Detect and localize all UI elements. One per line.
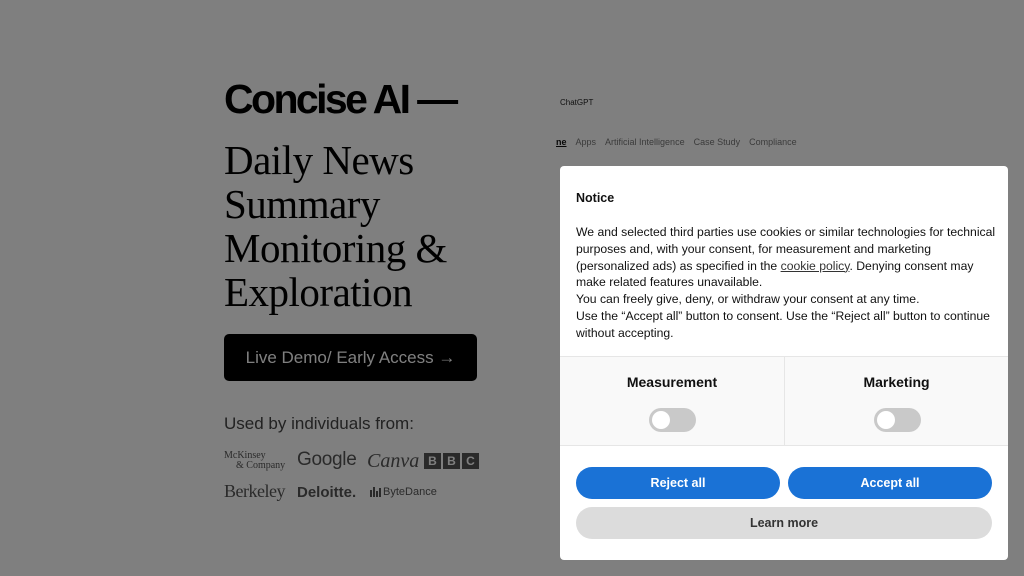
cookie-consent-dialog: Notice We and selected third parties use… — [560, 166, 1008, 560]
preference-label: Marketing — [863, 374, 930, 390]
accept-all-button[interactable]: Accept all — [788, 467, 992, 499]
dialog-title: Notice — [576, 191, 615, 205]
consent-preferences: Measurement Marketing — [560, 356, 1008, 446]
dialog-body: We and selected third parties use cookie… — [576, 224, 996, 342]
toggle-knob — [877, 411, 895, 429]
dialog-paragraph: You can freely give, deny, or withdraw y… — [576, 292, 920, 307]
preference-marketing: Marketing — [784, 357, 1008, 445]
cookie-policy-link[interactable]: cookie policy — [781, 259, 850, 273]
learn-more-button[interactable]: Learn more — [576, 507, 992, 539]
preference-label: Measurement — [626, 374, 718, 390]
preference-measurement: Measurement — [560, 357, 784, 445]
marketing-toggle[interactable] — [874, 408, 921, 432]
dialog-paragraph: Use the “Accept all” button to consent. … — [576, 308, 990, 340]
dialog-paragraph: We and selected third parties use cookie… — [576, 224, 996, 291]
reject-all-button[interactable]: Reject all — [576, 467, 780, 499]
measurement-toggle[interactable] — [649, 408, 696, 432]
toggle-knob — [652, 411, 670, 429]
